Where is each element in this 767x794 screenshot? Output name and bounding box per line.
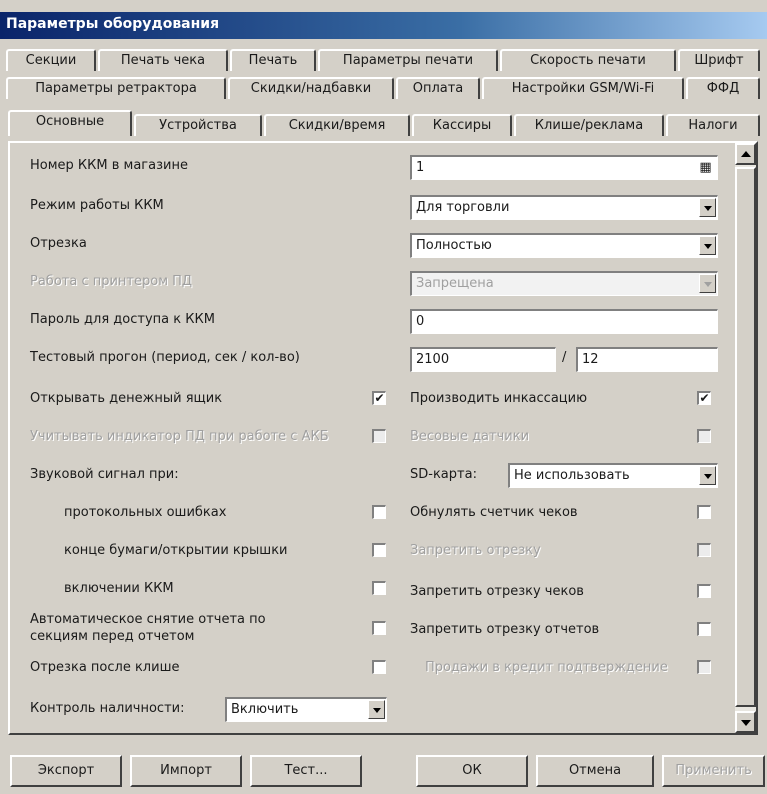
credit-sales-checkbox[interactable] bbox=[697, 660, 711, 674]
collection-label: Производить инкассацию bbox=[410, 391, 588, 406]
auto-report-label-line1: Автоматическое снятие отчета по bbox=[30, 612, 266, 627]
printer-pd-select[interactable]: Запрещена bbox=[410, 271, 718, 296]
protocol-errors-checkbox[interactable] bbox=[372, 505, 386, 519]
open-cash-drawer-checkbox[interactable]: ✔ bbox=[372, 391, 386, 405]
test-button[interactable]: Тест... bbox=[250, 755, 362, 787]
password-value: 0 bbox=[416, 314, 425, 329]
open-cash-drawer-label: Открывать денежный ящик bbox=[30, 391, 223, 406]
test-run-count-input[interactable]: 12 bbox=[576, 347, 718, 372]
pd-indicator-akb-checkbox[interactable] bbox=[372, 429, 386, 443]
vertical-scrollbar[interactable] bbox=[735, 143, 756, 733]
window-title: Параметры оборудования bbox=[6, 16, 220, 32]
sound-signal-label: Звуковой сигнал при: bbox=[30, 467, 179, 482]
forbid-report-cutting-label: Запретить отрезку отчетов bbox=[410, 622, 600, 637]
cash-control-value: Включить bbox=[231, 702, 299, 717]
chevron-down-icon[interactable] bbox=[699, 466, 716, 485]
tab-cliche-ads[interactable]: Клише/реклама bbox=[514, 114, 664, 136]
forbid-cutting-checkbox[interactable] bbox=[697, 543, 711, 557]
tab-discounts-time[interactable]: Скидки/время bbox=[264, 114, 410, 136]
forbid-cutting-label: Запретить отрезку bbox=[410, 543, 541, 558]
cutting-select[interactable]: Полностью bbox=[410, 233, 718, 258]
tab-font[interactable]: Шрифт bbox=[678, 49, 760, 71]
paper-end-label: конце бумаги/открытии крышки bbox=[64, 543, 288, 558]
chevron-down-icon[interactable] bbox=[699, 236, 716, 255]
equipment-parameters-window: Параметры оборудования Секции Печать чек… bbox=[0, 0, 767, 794]
cash-control-label: Контроль наличности: bbox=[30, 701, 185, 716]
tab-retractor-params[interactable]: Параметры ретрактора bbox=[6, 77, 226, 99]
password-label: Пароль для доступа к ККМ bbox=[30, 312, 215, 327]
mode-value: Для торговли bbox=[416, 200, 510, 215]
chevron-down-icon[interactable] bbox=[699, 198, 716, 217]
weight-sensors-checkbox[interactable] bbox=[697, 429, 711, 443]
mode-label: Режим работы ККМ bbox=[30, 198, 164, 213]
kkm-number-value: 1 bbox=[416, 160, 425, 175]
tab-print-speed[interactable]: Скорость печати bbox=[500, 49, 676, 71]
test-run-count-value: 12 bbox=[582, 352, 599, 367]
credit-sales-label: Продажи в кредит подтверждение bbox=[425, 660, 668, 675]
paper-end-checkbox[interactable] bbox=[372, 543, 386, 557]
printer-pd-value: Запрещена bbox=[416, 276, 494, 291]
pd-indicator-akb-label: Учитывать индикатор ПД при работе с АКБ bbox=[30, 429, 329, 444]
printer-pd-label: Работа с принтером ПД bbox=[30, 274, 193, 289]
cut-after-cliche-label: Отрезка после клише bbox=[30, 660, 180, 675]
tab-discounts-markups[interactable]: Скидки/надбавки bbox=[228, 77, 394, 99]
tab-ffd[interactable]: ФФД bbox=[686, 77, 760, 99]
cutting-label: Отрезка bbox=[30, 236, 87, 251]
forbid-receipt-cutting-checkbox[interactable] bbox=[697, 584, 711, 598]
tab-taxes[interactable]: Налоги bbox=[666, 114, 760, 136]
ok-button[interactable]: ОК bbox=[416, 755, 528, 787]
import-button[interactable]: Импорт bbox=[130, 755, 242, 787]
arrow-down-icon[interactable] bbox=[735, 711, 756, 733]
kkm-number-label: Номер ККМ в магазине bbox=[30, 158, 188, 173]
kkm-power-on-label: включении ККМ bbox=[64, 581, 174, 596]
password-input[interactable]: 0 bbox=[410, 309, 718, 334]
test-run-label: Тестовый прогон (период, сек / кол-во) bbox=[30, 350, 300, 365]
protocol-errors-label: протокольных ошибках bbox=[64, 505, 227, 520]
sd-card-label: SD-карта: bbox=[410, 467, 477, 482]
mode-select[interactable]: Для торговли bbox=[410, 195, 718, 220]
scrollbar-thumb[interactable] bbox=[735, 167, 756, 707]
tab-print-params[interactable]: Параметры печати bbox=[318, 49, 498, 71]
tab-receipt-print[interactable]: Печать чека bbox=[98, 49, 228, 71]
cutting-value: Полностью bbox=[416, 238, 492, 253]
test-run-period-input[interactable]: 2100 bbox=[410, 347, 556, 372]
cancel-button[interactable]: Отмена bbox=[536, 755, 654, 787]
test-run-separator: / bbox=[562, 350, 567, 365]
keypad-icon[interactable]: ▦ bbox=[696, 158, 715, 177]
sd-card-value: Не использовать bbox=[514, 468, 630, 483]
auto-report-label-line2: секциям перед отчетом bbox=[30, 629, 195, 644]
tab-sections[interactable]: Секции bbox=[6, 49, 96, 71]
title-bar[interactable]: Параметры оборудования bbox=[0, 12, 767, 39]
forbid-receipt-cutting-label: Запретить отрезку чеков bbox=[410, 584, 584, 599]
reset-receipt-counter-checkbox[interactable] bbox=[697, 505, 711, 519]
test-run-period-value: 2100 bbox=[416, 352, 450, 367]
chevron-down-icon[interactable] bbox=[699, 274, 716, 293]
collection-checkbox[interactable]: ✔ bbox=[697, 391, 711, 405]
tab-devices[interactable]: Устройства bbox=[134, 114, 262, 136]
reset-receipt-counter-label: Обнулять счетчик чеков bbox=[410, 505, 578, 520]
auto-report-checkbox[interactable] bbox=[372, 621, 386, 635]
export-button[interactable]: Экспорт bbox=[10, 755, 122, 787]
tab-main[interactable]: Основные bbox=[8, 110, 132, 136]
weight-sensors-label: Весовые датчики bbox=[410, 429, 530, 444]
kkm-number-input[interactable]: 1 ▦ bbox=[410, 155, 718, 180]
tab-payment[interactable]: Оплата bbox=[396, 77, 480, 99]
sd-card-select[interactable]: Не использовать bbox=[508, 463, 718, 488]
cut-after-cliche-checkbox[interactable] bbox=[372, 660, 386, 674]
cash-control-select[interactable]: Включить bbox=[225, 697, 387, 722]
chevron-down-icon[interactable] bbox=[368, 700, 385, 719]
forbid-report-cutting-checkbox[interactable] bbox=[697, 622, 711, 636]
tab-gsm-wifi[interactable]: Настройки GSM/Wi-Fi bbox=[482, 77, 684, 99]
kkm-power-on-checkbox[interactable] bbox=[372, 581, 386, 595]
arrow-up-icon[interactable] bbox=[735, 143, 756, 165]
apply-button[interactable]: Применить bbox=[662, 755, 765, 787]
tab-cashiers[interactable]: Кассиры bbox=[412, 114, 512, 136]
tab-print[interactable]: Печать bbox=[230, 49, 316, 71]
